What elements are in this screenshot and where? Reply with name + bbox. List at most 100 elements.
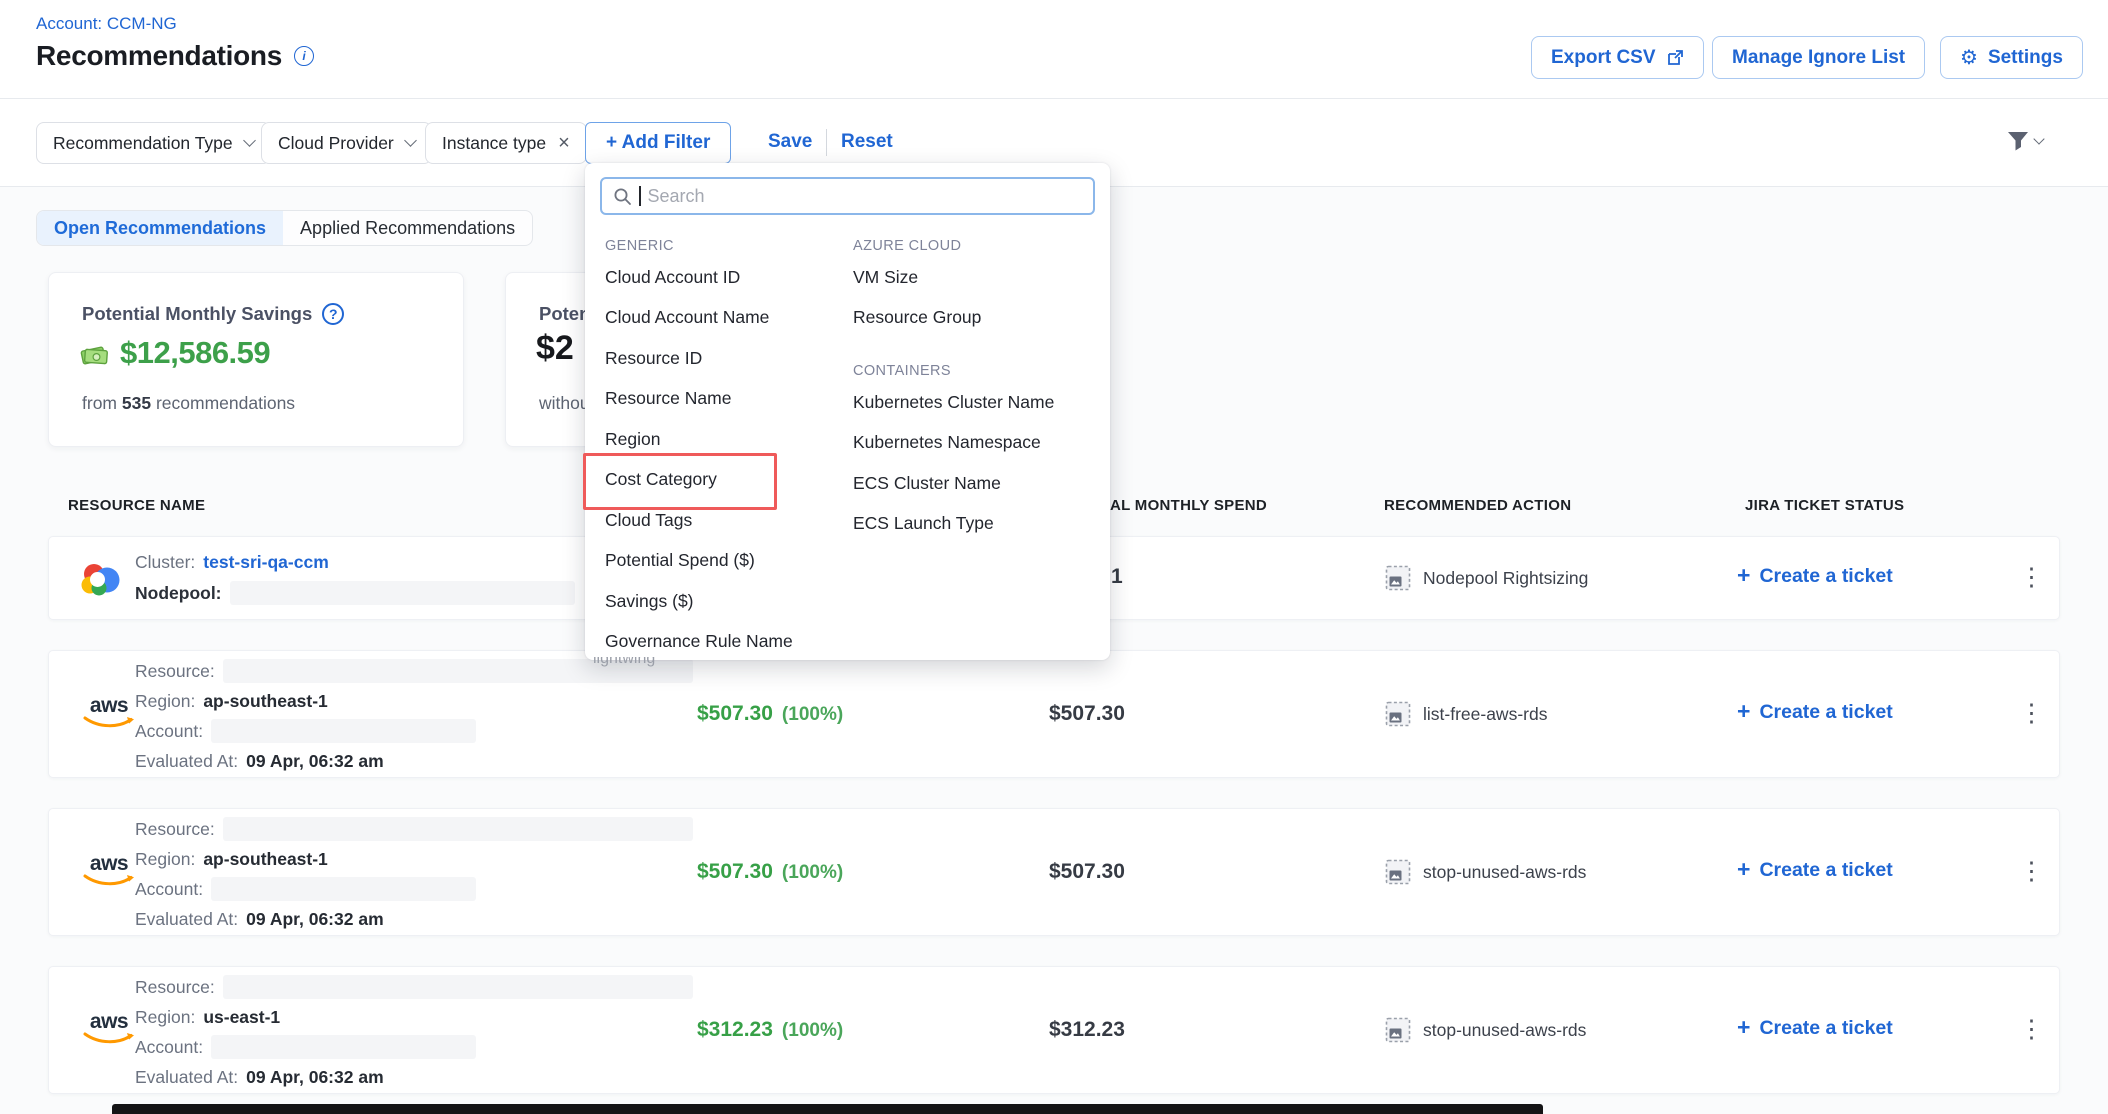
- redacted-value: [223, 975, 693, 999]
- add-filter-dropdown: GENERIC Cloud Account ID Cloud Account N…: [585, 163, 1110, 660]
- create-ticket-link[interactable]: + Create a ticket: [1737, 565, 1893, 588]
- create-ticket-label: Create a ticket: [1759, 1017, 1892, 1040]
- reset-filter-link[interactable]: Reset: [841, 131, 893, 153]
- evaluated-value: 09 Apr, 06:32 am: [246, 751, 384, 772]
- filter-option-ecs-cluster-name[interactable]: ECS Cluster Name: [853, 463, 1098, 504]
- dropdown-search-box[interactable]: [600, 177, 1095, 215]
- savings-amount: $312.23: [697, 1018, 773, 1042]
- row-menu-kebab-icon[interactable]: ⋮: [2019, 1017, 2044, 1042]
- filter-option-savings[interactable]: Savings ($): [605, 581, 855, 622]
- export-csv-button[interactable]: Export CSV: [1531, 36, 1704, 79]
- filter-chip-instance-type[interactable]: Instance type ×: [425, 122, 587, 164]
- row-menu-kebab-icon[interactable]: ⋮: [2019, 701, 2044, 726]
- savings-amount: $12,586.59: [120, 335, 270, 371]
- resource-line: Resource:: [135, 817, 693, 841]
- row-menu-kebab-icon[interactable]: ⋮: [2019, 565, 2044, 590]
- text-caret: [639, 186, 641, 206]
- create-ticket-label: Create a ticket: [1759, 565, 1892, 588]
- redacted-value: [223, 817, 693, 841]
- filter-option-kubernetes-namespace[interactable]: Kubernetes Namespace: [853, 423, 1098, 464]
- table-row[interactable]: aws Resource: Region: us-east-1 Account:…: [48, 966, 2060, 1094]
- table-row[interactable]: aws Resource: Region: ap-southeast-1 Acc…: [48, 650, 2060, 778]
- plus-icon: +: [1737, 700, 1750, 723]
- total-spend-cell: $507.30: [1049, 702, 1125, 726]
- chip-label: Recommendation Type: [53, 133, 233, 154]
- save-filter-link[interactable]: Save: [768, 131, 812, 153]
- broken-image-icon: [1385, 859, 1411, 885]
- tab-open-recommendations[interactable]: Open Recommendations: [37, 211, 283, 245]
- region-line: Region: ap-southeast-1: [135, 689, 328, 713]
- filter-option-governance-rule-name[interactable]: Governance Rule Name: [605, 622, 855, 663]
- info-icon[interactable]: i: [294, 46, 314, 66]
- redacted-value: [211, 719, 476, 743]
- recommended-action: Nodepool Rightsizing: [1385, 565, 1588, 591]
- account-line: Account:: [135, 719, 476, 743]
- region-value: ap-southeast-1: [203, 691, 327, 712]
- evaluated-line: Evaluated At: 09 Apr, 06:32 am: [135, 907, 384, 931]
- dropdown-column-azure-containers: AZURE CLOUD VM Size Resource Group CONTA…: [853, 235, 1098, 544]
- region-label: Region:: [135, 849, 195, 870]
- savings-percent: (100%): [782, 862, 843, 884]
- filter-option-resource-id[interactable]: Resource ID: [605, 338, 855, 379]
- broken-image-icon: [1385, 1017, 1411, 1043]
- savings-sub-count: 535: [122, 393, 151, 413]
- filter-option-resource-name[interactable]: Resource Name: [605, 379, 855, 420]
- funnel-icon: [2006, 130, 2030, 152]
- savings-card-title: Potential Monthly Savings: [82, 303, 312, 325]
- filter-option-potential-spend[interactable]: Potential Spend ($): [605, 541, 855, 582]
- create-ticket-link[interactable]: + Create a ticket: [1737, 701, 1893, 724]
- monthly-savings-cell: $507.30 (100%): [697, 702, 843, 726]
- recommended-action: list-free-aws-rds: [1385, 701, 1547, 727]
- column-header-total-monthly-spend-partial: AL MONTHLY SPEND: [1110, 497, 1267, 514]
- savings-subtext: from 535 recommendations: [82, 393, 295, 414]
- filter-option-cloud-account-name[interactable]: Cloud Account Name: [605, 298, 855, 339]
- filter-chip-cloud-provider[interactable]: Cloud Provider: [261, 122, 432, 164]
- chip-label: Instance type: [442, 133, 546, 154]
- spend-subtext-partial: withou: [539, 393, 590, 414]
- manage-ignore-list-button[interactable]: Manage Ignore List: [1712, 36, 1925, 79]
- add-filter-button[interactable]: + Add Filter: [585, 122, 731, 164]
- recommended-action: stop-unused-aws-rds: [1385, 1017, 1586, 1043]
- account-line: Account:: [135, 1035, 476, 1059]
- chevron-down-icon: [243, 134, 256, 147]
- filter-option-cloud-tags[interactable]: Cloud Tags: [605, 500, 855, 541]
- close-icon[interactable]: ×: [558, 133, 570, 153]
- help-icon[interactable]: ?: [322, 303, 344, 325]
- dropdown-search-input[interactable]: [648, 186, 1083, 207]
- total-spend-cell: $312.23: [1049, 1018, 1125, 1042]
- tab-applied-recommendations[interactable]: Applied Recommendations: [283, 211, 532, 245]
- table-row[interactable]: aws Resource: Region: ap-southeast-1 Acc…: [48, 808, 2060, 936]
- savings-value-row: $12,586.59: [79, 335, 270, 371]
- plus-icon: +: [1737, 1016, 1750, 1039]
- filter-option-resource-group[interactable]: Resource Group: [853, 298, 1098, 339]
- filter-option-kubernetes-cluster-name[interactable]: Kubernetes Cluster Name: [853, 382, 1098, 423]
- create-ticket-link[interactable]: + Create a ticket: [1737, 1017, 1893, 1040]
- create-ticket-label: Create a ticket: [1759, 859, 1892, 882]
- recommended-action-label: list-free-aws-rds: [1423, 704, 1547, 725]
- filter-option-cost-category[interactable]: Cost Category: [605, 460, 855, 501]
- filter-option-ecs-launch-type[interactable]: ECS Launch Type: [853, 504, 1098, 545]
- total-spend-partial: 1: [1111, 565, 1123, 589]
- filter-chip-recommendation-type[interactable]: Recommendation Type: [36, 122, 271, 164]
- evaluated-value: 09 Apr, 06:32 am: [246, 909, 384, 930]
- section-heading-containers: CONTAINERS: [853, 360, 1098, 382]
- evaluated-line: Evaluated At: 09 Apr, 06:32 am: [135, 1065, 384, 1089]
- chevron-down-icon: [2033, 133, 2044, 144]
- total-spend-cell: $507.30: [1049, 860, 1125, 884]
- filter-panel-toggle[interactable]: [2006, 130, 2043, 152]
- create-ticket-link[interactable]: + Create a ticket: [1737, 859, 1893, 882]
- breadcrumb[interactable]: Account: CCM-NG: [36, 14, 177, 34]
- filter-option-cloud-account-id[interactable]: Cloud Account ID: [605, 257, 855, 298]
- bottom-dark-bar: [112, 1104, 1543, 1114]
- cluster-name-link[interactable]: test-sri-qa-ccm: [203, 552, 328, 573]
- broken-image-icon: [1385, 701, 1411, 727]
- row-menu-kebab-icon[interactable]: ⋮: [2019, 859, 2044, 884]
- broken-image-icon: [1385, 565, 1411, 591]
- filter-option-region[interactable]: Region: [605, 419, 855, 460]
- gcp-icon: [79, 562, 121, 596]
- search-icon: [613, 187, 632, 206]
- recommended-action-label: Nodepool Rightsizing: [1423, 568, 1588, 589]
- nodepool-line: Nodepool:: [135, 581, 575, 605]
- settings-button[interactable]: ⚙ Settings: [1940, 36, 2083, 79]
- filter-option-vm-size[interactable]: VM Size: [853, 257, 1098, 298]
